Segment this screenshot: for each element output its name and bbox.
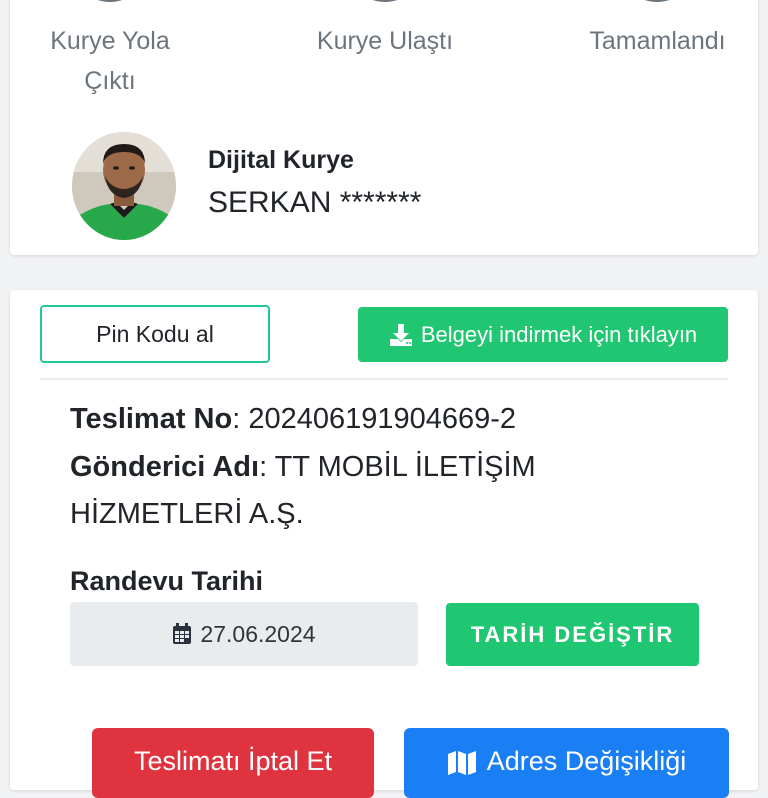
- sender-name-continued: HİZMETLERİ A.Ş.: [70, 498, 304, 530]
- delivery-details-card: [10, 290, 758, 790]
- change-date-button[interactable]: TARİH DEĞİŞTİR: [446, 603, 699, 666]
- courier-type-label: Dijital Kurye: [208, 146, 354, 174]
- get-pin-code-label: Pin Kodu al: [96, 320, 214, 347]
- appointment-date-label: Randevu Tarihi: [70, 566, 264, 596]
- cancel-delivery-button[interactable]: Teslimatı İptal Et: [92, 728, 374, 798]
- courier-name: SERKAN *******: [208, 186, 422, 219]
- sender-name-value: : TT MOBİL İLETİŞİM: [259, 451, 536, 483]
- download-document-label: Belgeyi indirmek için tıklayın: [420, 321, 698, 347]
- map-icon: [447, 751, 476, 775]
- sender-name-row: Gönderici Adı: TT MOBİL İLETİŞİM: [70, 443, 536, 491]
- address-change-button[interactable]: Adres Değişikliği: [404, 728, 729, 798]
- appointment-date-value: 27.06.2024: [200, 620, 316, 647]
- address-change-label: Adres Değişikliği: [486, 746, 687, 776]
- cancel-delivery-label: Teslimatı İptal Et: [133, 746, 333, 776]
- change-date-label: TARİH DEĞİŞTİR: [470, 621, 675, 647]
- get-pin-code-button[interactable]: Pin Kodu al: [40, 305, 270, 363]
- delivery-number-row: Teslimat No: 202406191904669-2: [70, 395, 516, 443]
- courier-avatar: [72, 132, 176, 240]
- step-label-courier-departed: Kurye Yola Çıktı: [50, 27, 170, 95]
- courier-photo: [72, 132, 176, 240]
- section-divider: [40, 378, 728, 380]
- delivery-number-value: : 202406191904669-2: [232, 403, 517, 435]
- step-label-completed: Tamamlandı: [589, 27, 726, 55]
- appointment-date-field: 27.06.2024: [70, 602, 418, 666]
- calendar-icon: [173, 623, 192, 644]
- download-icon: [389, 323, 412, 346]
- sender-name-label: Gönderici Adı: [70, 451, 260, 483]
- delivery-number-label: Teslimat No: [70, 403, 233, 435]
- step-label-courier-arrived: Kurye Ulaştı: [316, 27, 454, 55]
- download-document-button[interactable]: Belgeyi indirmek için tıklayın: [358, 307, 728, 362]
